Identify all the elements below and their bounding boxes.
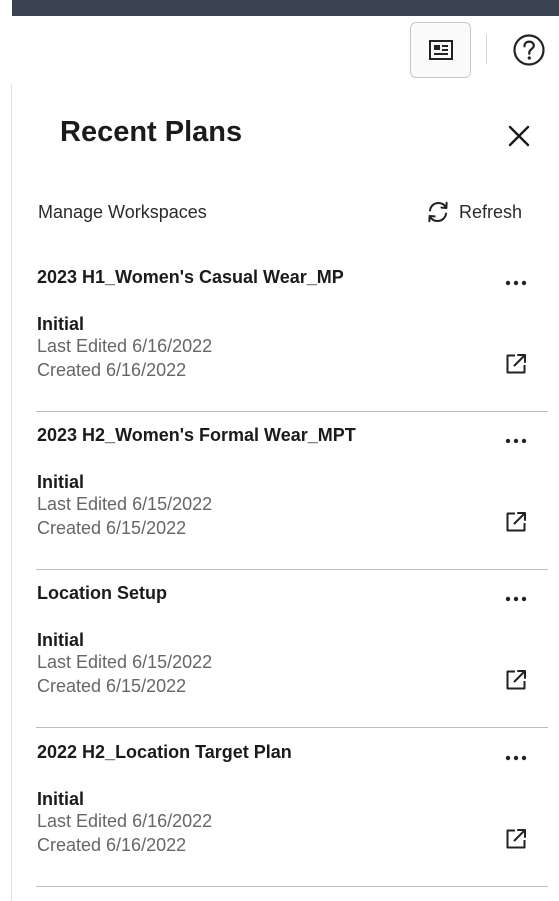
- plan-created: Created 6/16/2022: [37, 360, 187, 380]
- plan-name[interactable]: 2023 H1_Women's Casual Wear_MP: [37, 267, 344, 288]
- more-options-button[interactable]: [498, 741, 534, 775]
- open-plan-button[interactable]: [502, 666, 530, 694]
- refresh-label: Refresh: [459, 201, 523, 222]
- plan-divider: [36, 886, 548, 887]
- plan-card[interactable]: 2023 H1_Women's Casual Wear_MP Initial L…: [36, 254, 548, 412]
- plan-card[interactable]: 2022 H2_Location Target Plan Initial Las…: [36, 729, 548, 887]
- plan-status: Initial: [37, 472, 85, 492]
- open-in-new-icon: [506, 670, 526, 690]
- close-button[interactable]: [497, 114, 541, 158]
- help-button[interactable]: [503, 24, 555, 76]
- plan-name[interactable]: 2022 H2_Location Target Plan: [37, 742, 292, 763]
- plan-status: Initial: [37, 630, 85, 650]
- plan-last-edited: Last Edited 6/15/2022: [37, 652, 213, 672]
- plan-created: Created 6/16/2022: [37, 835, 187, 855]
- plan-status: Initial: [37, 789, 85, 809]
- plan-created: Created 6/15/2022: [37, 676, 187, 696]
- more-options-icon: [505, 755, 527, 761]
- panel-title: Recent Plans: [60, 116, 243, 148]
- plan-created: Created 6/15/2022: [37, 518, 187, 538]
- manage-workspaces-link[interactable]: Manage Workspaces: [38, 202, 207, 223]
- open-in-new-icon: [506, 354, 526, 374]
- more-options-button[interactable]: [498, 266, 534, 300]
- more-options-icon: [505, 596, 527, 602]
- panel-left-border: [11, 84, 12, 901]
- plan-last-edited: Last Edited 6/16/2022: [37, 336, 213, 356]
- card-view-button[interactable]: [410, 22, 471, 78]
- plan-last-edited: Last Edited 6/16/2022: [37, 811, 213, 831]
- open-plan-button[interactable]: [502, 508, 530, 536]
- refresh-button[interactable]: Refresh: [425, 196, 522, 228]
- plan-name[interactable]: Location Setup: [37, 583, 167, 604]
- open-plan-button[interactable]: [502, 350, 530, 378]
- more-options-icon: [505, 280, 527, 286]
- more-options-button[interactable]: [498, 424, 534, 458]
- plan-name[interactable]: 2023 H2_Women's Formal Wear_MPT: [37, 425, 356, 446]
- plan-card[interactable]: 2023 H2_Women's Formal Wear_MPT Initial …: [36, 412, 548, 570]
- plan-status: Initial: [37, 314, 85, 334]
- open-plan-button[interactable]: [502, 825, 530, 853]
- card-view-icon: [428, 40, 453, 60]
- open-in-new-icon: [506, 829, 526, 849]
- refresh-icon: [428, 201, 448, 223]
- more-options-icon: [505, 438, 527, 444]
- plan-divider: [36, 727, 548, 728]
- more-options-button[interactable]: [498, 582, 534, 616]
- plan-last-edited: Last Edited 6/15/2022: [37, 494, 213, 514]
- close-icon: [508, 125, 530, 147]
- open-in-new-icon: [506, 512, 526, 532]
- help-circle-icon: [513, 34, 545, 66]
- toolbar-separator: [486, 34, 487, 64]
- plan-card[interactable]: Location Setup Initial Last Edited 6/15/…: [36, 570, 548, 728]
- header-bar: [12, 0, 559, 16]
